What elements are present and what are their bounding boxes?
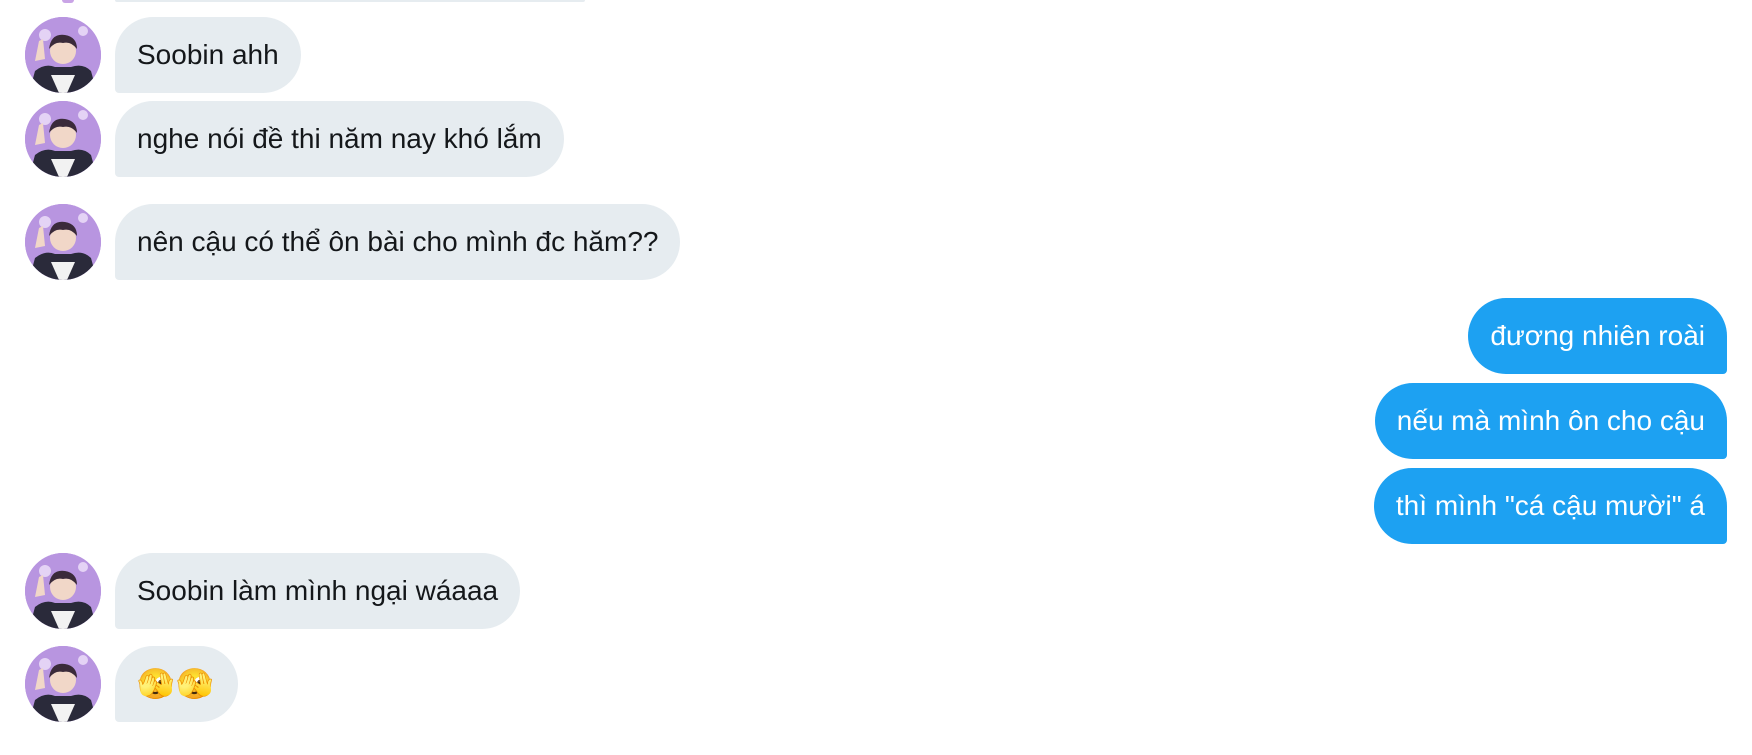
message-bubble-outgoing[interactable]: đương nhiên roài bbox=[1468, 298, 1727, 374]
contact-avatar[interactable] bbox=[25, 553, 101, 629]
previous-avatar-edge bbox=[62, 0, 74, 3]
avatar-photo-icon bbox=[25, 646, 101, 722]
message-bubble-incoming[interactable]: nghe nói đề thi năm nay khó lắm bbox=[115, 101, 564, 177]
message-row-incoming: 🫣🫣 bbox=[0, 646, 1752, 722]
avatar-photo-icon bbox=[25, 17, 101, 93]
message-bubble-outgoing[interactable]: thì mình "cá cậu mười" á bbox=[1373, 468, 1727, 544]
avatar-photo-icon bbox=[25, 204, 101, 280]
message-bubble-emoji[interactable]: 🫣🫣 bbox=[115, 646, 238, 722]
message-bubble-incoming[interactable]: nên cậu có thể ôn bài cho mình đc hăm?? bbox=[115, 204, 681, 280]
message-bubble-incoming[interactable]: Soobin làm mình ngại wáaaa bbox=[115, 553, 521, 629]
message-bubble-outgoing[interactable]: nếu mà mình ôn cho cậu bbox=[1374, 383, 1727, 459]
contact-avatar[interactable] bbox=[25, 204, 101, 280]
message-row-outgoing: thì mình "cá cậu mười" á bbox=[0, 468, 1752, 544]
message-row-incoming: Soobin ahh bbox=[0, 17, 1752, 93]
message-row-outgoing: đương nhiên roài bbox=[0, 298, 1752, 374]
contact-avatar[interactable] bbox=[25, 646, 101, 722]
message-row-incoming: Soobin làm mình ngại wáaaa bbox=[0, 553, 1752, 629]
avatar-photo-icon bbox=[25, 101, 101, 177]
message-row-incoming: nên cậu có thể ôn bài cho mình đc hăm?? bbox=[0, 204, 1752, 280]
contact-avatar[interactable] bbox=[25, 17, 101, 93]
message-row-incoming: nghe nói đề thi năm nay khó lắm bbox=[0, 101, 1752, 177]
message-bubble-incoming[interactable]: Soobin ahh bbox=[115, 17, 301, 93]
previous-message-edge bbox=[115, 0, 585, 2]
avatar-photo-icon bbox=[25, 553, 101, 629]
message-row-outgoing: nếu mà mình ôn cho cậu bbox=[0, 383, 1752, 459]
contact-avatar[interactable] bbox=[25, 101, 101, 177]
